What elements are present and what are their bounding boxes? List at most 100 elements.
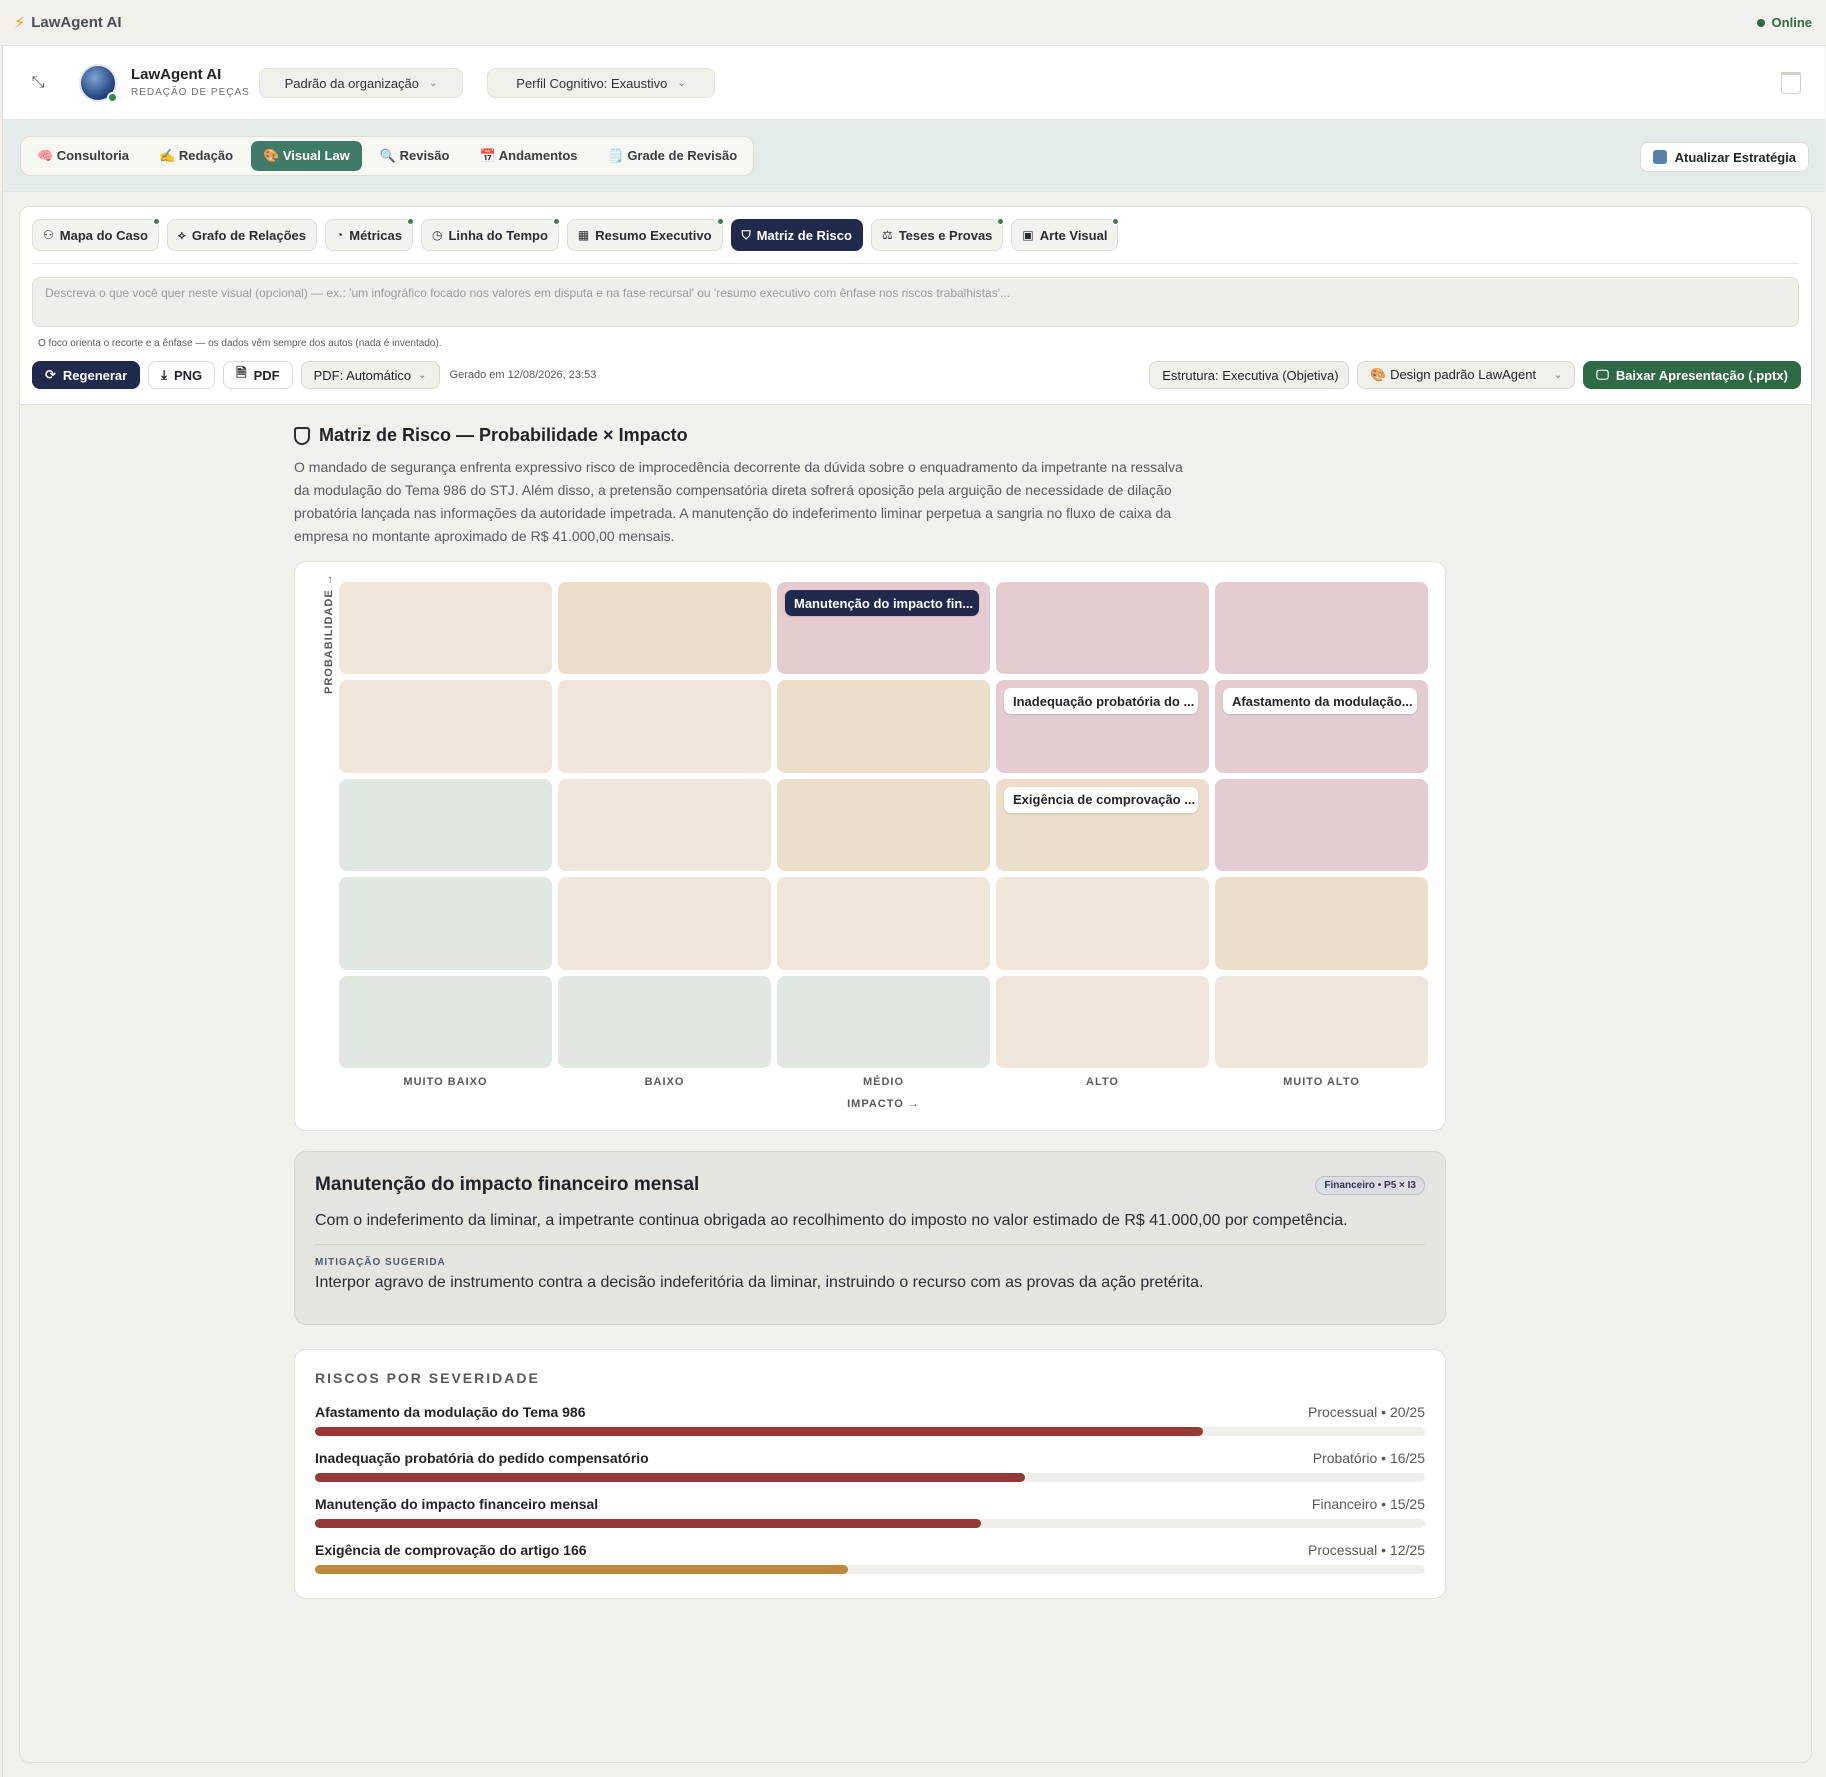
risk-chip-probatorio[interactable]: Inadequação probatória do ...	[1004, 688, 1198, 715]
cell-p4-i5[interactable]: Afastamento da modulação...	[1215, 680, 1428, 773]
cell-p4-i4[interactable]: Inadequação probatória do ...	[996, 680, 1209, 773]
risk-detail-description: Com o indeferimento da liminar, a impetr…	[315, 1212, 1348, 1229]
chevron-down-icon: ⌄	[677, 77, 686, 89]
tab-redacao[interactable]: ✍️ Redação	[147, 141, 245, 171]
pdf-mode-value: PDF: Automático	[313, 367, 412, 383]
severity-risk-meta: Processual • 20/25	[1308, 1404, 1425, 1420]
y-axis-label: PROBABILIDADE →	[311, 573, 335, 704]
impact-label: BAIXO	[644, 1076, 685, 1088]
cell-p3-i2[interactable]	[558, 778, 771, 872]
generated-timestamp: Gerado em 12/08/2026, 23:53	[449, 369, 597, 381]
cell-p2-i1[interactable]	[339, 877, 552, 970]
cell-p5-i5[interactable]	[1215, 582, 1428, 675]
cell-p2-i2[interactable]	[558, 877, 771, 970]
risk-chip-modulacao[interactable]: Afastamento da modulação...	[1223, 688, 1417, 715]
pdf-mode-select[interactable]: PDF: Automático ⌄	[300, 361, 440, 389]
ready-dot-icon	[552, 218, 560, 225]
regenerate-button[interactable]: ⟳ Regenerar	[32, 361, 141, 389]
subtab-matriz-de-risco[interactable]: ⛉ Matriz de Risco	[730, 219, 863, 251]
trash-icon[interactable]	[1781, 72, 1801, 94]
subtab-label: Grafo de Relações	[191, 227, 306, 243]
cell-p1-i5[interactable]	[1215, 975, 1428, 1068]
org-select[interactable]: Padrão da organização ⌄	[259, 68, 463, 98]
risk-chip-artigo-166[interactable]: Exigência de comprovação ...	[1004, 786, 1198, 813]
cell-p5-i3[interactable]: Manutenção do impacto fin...	[777, 582, 990, 675]
top-bar: ⚡ LawAgent AI Online	[0, 0, 1826, 46]
cell-p5-i1[interactable]	[339, 582, 552, 675]
x-axis-label: IMPACTO →	[847, 1098, 920, 1110]
risk-category-badge: Financeiro • P5 × I3	[1315, 1175, 1425, 1195]
severity-risk-meta: Probatório • 16/25	[1312, 1450, 1425, 1466]
agent-header: ⤡ LawAgent AI REDAÇÃO DE PEÇAS Padrão da…	[3, 46, 1825, 120]
severity-row: Afastamento da modulação do Tema 986 Proc…	[315, 1404, 1425, 1436]
subtab-teses-provas[interactable]: ⚖ Teses e Provas	[870, 218, 1005, 251]
matrix-title-text: Matriz de Risco — Probabilidade × Impact…	[319, 425, 688, 445]
cell-p1-i1[interactable]	[339, 975, 552, 1068]
cell-p1-i2[interactable]	[558, 975, 771, 1068]
cell-p2-i5[interactable]	[1215, 877, 1428, 970]
export-actions: Estrutura: Executiva (Objetiva) 🎨 Design…	[1149, 361, 1801, 389]
cell-p1-i4[interactable]	[996, 975, 1209, 1068]
severity-bar-fill	[315, 1565, 848, 1574]
risk-chip-financeiro[interactable]: Manutenção do impacto fin...	[785, 590, 979, 616]
cell-p3-i5[interactable]	[1215, 778, 1428, 872]
image-icon: ▣	[1022, 228, 1034, 242]
regenerate-label: Regenerar	[62, 367, 128, 383]
profile-select[interactable]: Perfil Cognitivo: Exaustivo ⌄	[487, 68, 715, 98]
update-strategy-label: Atualizar Estratégia	[1674, 149, 1796, 165]
cell-p2-i3[interactable]	[777, 877, 990, 970]
cell-p5-i4[interactable]	[996, 582, 1209, 675]
cell-p1-i3[interactable]	[777, 975, 990, 1068]
cell-p3-i1[interactable]	[339, 778, 552, 872]
cell-p4-i2[interactable]	[558, 680, 771, 773]
cell-p5-i2[interactable]	[558, 582, 771, 675]
design-select[interactable]: 🎨 Design padrão LawAgent ⌄	[1357, 361, 1576, 389]
severity-row: Manutenção do impacto financeiro mensal F…	[315, 1496, 1425, 1528]
severity-card: RISCOS POR SEVERIDADE Afastamento da mod…	[294, 1349, 1446, 1599]
cell-p3-i4[interactable]: Exigência de comprovação ...	[996, 778, 1209, 872]
focus-prompt-input[interactable]: Descreva o que você quer neste visual (o…	[32, 277, 1799, 327]
structure-select[interactable]: Estrutura: Executiva (Objetiva)	[1149, 361, 1350, 389]
tab-visual-law[interactable]: 🎨 Visual Law	[251, 141, 362, 171]
tab-consultoria[interactable]: 🧠 Consultoria	[25, 141, 141, 171]
severity-bar-track	[315, 1427, 1425, 1436]
png-label: PNG	[173, 367, 203, 383]
mitigation-label: MITIGAÇÃO SUGERIDA	[315, 1257, 446, 1268]
update-strategy-button[interactable]: Atualizar Estratégia	[1639, 142, 1809, 172]
tab-grade-revisao[interactable]: 🗒️ Grade de Revisão	[596, 141, 750, 171]
png-button[interactable]: ⤓ PNG	[148, 361, 216, 389]
download-pptx-button[interactable]: 🖵 Baixar Apresentação (.pptx)	[1583, 361, 1801, 389]
shield-icon: ⛉	[741, 227, 751, 242]
agent-name: LawAgent AI	[131, 66, 222, 83]
subtab-arte-visual[interactable]: ▣ Arte Visual	[1011, 218, 1120, 251]
subtab-metricas[interactable]: ◔ Métricas	[324, 218, 414, 251]
risk-matrix-card: PROBABILIDADE → Manutenção do impacto fi…	[294, 561, 1446, 1131]
severity-bar-track	[315, 1519, 1425, 1528]
design-value: 🎨 Design padrão LawAgent	[1370, 367, 1537, 382]
cell-p4-i3[interactable]	[777, 680, 990, 773]
collapse-icon[interactable]: ⤡	[27, 72, 49, 94]
visual-subtabs: ⚇ Mapa do Caso ⟡ Grafo de Relações ◔ Métric…	[32, 218, 1120, 251]
severity-list: Afastamento da modulação do Tema 986 Proc…	[315, 1404, 1425, 1574]
visual-controls: ⚇ Mapa do Caso ⟡ Grafo de Relações ◔ Métric…	[20, 207, 1811, 405]
subtab-grafo-relacoes[interactable]: ⟡ Grafo de Relações	[166, 219, 317, 251]
impact-label: MUITO BAIXO	[403, 1076, 488, 1088]
subtab-label: Linha do Tempo	[448, 227, 548, 243]
severity-title: RISCOS POR SEVERIDADE	[315, 1370, 540, 1386]
cell-p2-i4[interactable]	[996, 877, 1209, 970]
mitigation-text: Interpor agravo de instrumento contra a …	[315, 1274, 1204, 1291]
ready-dot-icon	[1112, 218, 1120, 225]
download-pptx-label: Baixar Apresentação (.pptx)	[1615, 367, 1788, 383]
subtab-mapa-do-caso[interactable]: ⚇ Mapa do Caso	[32, 218, 160, 251]
subtab-label: Arte Visual	[1039, 227, 1108, 243]
ready-dot-icon	[716, 218, 724, 225]
pdf-button[interactable]: 🗎 PDF	[223, 361, 293, 389]
brand: ⚡ LawAgent AI	[14, 13, 122, 33]
cell-p4-i1[interactable]	[339, 680, 552, 773]
tab-andamentos[interactable]: 📅 Andamentos	[467, 141, 589, 171]
cell-p3-i3[interactable]	[777, 778, 990, 872]
tab-revisao[interactable]: 🔍 Revisão	[368, 141, 462, 171]
matrix-title: Matriz de Risco — Probabilidade × Impact…	[294, 425, 1446, 446]
subtab-linha-do-tempo[interactable]: ◷ Linha do Tempo	[420, 218, 560, 251]
subtab-resumo-executivo[interactable]: ▦ Resumo Executivo	[566, 218, 724, 251]
